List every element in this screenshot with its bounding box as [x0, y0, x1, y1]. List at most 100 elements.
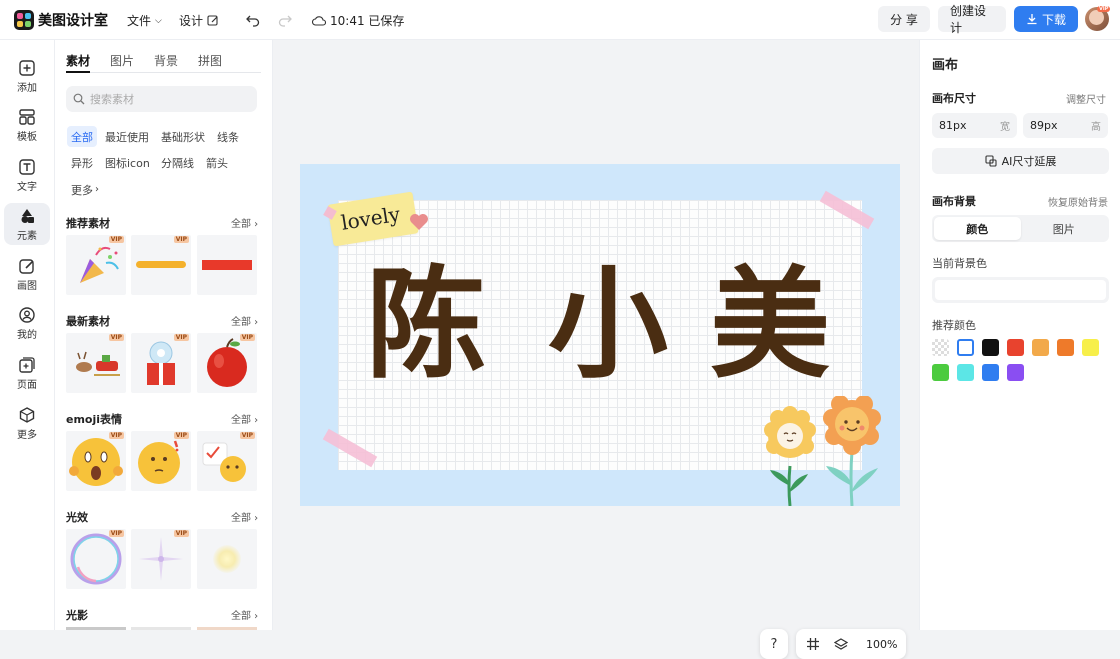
section-all-emoji[interactable]: 全部 › — [231, 411, 258, 426]
thumb-sparkle[interactable]: VIP — [131, 529, 191, 589]
resize-link[interactable]: 调整尺寸 — [1066, 91, 1106, 106]
chip-basic-shapes[interactable]: 基础形状 — [157, 126, 209, 147]
design-menu[interactable]: 设计 — [179, 12, 219, 29]
swatch-red[interactable] — [1007, 339, 1024, 356]
section-all-label: 全部 — [231, 219, 251, 230]
avatar[interactable]: VIP — [1085, 6, 1111, 31]
restore-bg-link[interactable]: 恢复原始背景 — [1048, 194, 1108, 209]
section-all-light-effects[interactable]: 全部 › — [231, 509, 258, 524]
undo-icon[interactable] — [245, 12, 261, 28]
swatch-orange[interactable] — [1057, 339, 1074, 356]
section-all-light-shadow[interactable]: 全部 › — [231, 607, 258, 622]
swatch-white-selected[interactable] — [957, 339, 974, 356]
thumb-red-bar[interactable] — [197, 235, 257, 295]
pen-icon — [19, 258, 34, 274]
party-popper-icon — [80, 246, 119, 283]
chip-more[interactable]: 更多 › — [67, 179, 103, 200]
recommend-colors-label: 推荐颜色 — [932, 319, 976, 332]
section-title-recommended: 推荐素材 — [66, 217, 110, 230]
canvas-size-label: 画布尺寸 — [932, 92, 976, 105]
edit-icon — [207, 14, 218, 26]
section-all-label: 全部 — [231, 513, 251, 524]
grid-icon[interactable] — [806, 637, 820, 651]
canvas-bg-label: 画布背景 — [932, 195, 976, 208]
section-title-light-effects: 光效 — [66, 511, 88, 524]
rail-item-draw[interactable]: 画图 — [4, 253, 50, 295]
layers-icon[interactable] — [834, 637, 848, 651]
vip-badge: VIP — [173, 530, 189, 537]
height-field[interactable]: 89px 高 — [1023, 113, 1108, 138]
template-icon — [19, 108, 35, 125]
flowers-sticker[interactable] — [760, 396, 890, 506]
panel-title: 画布 — [932, 58, 959, 73]
redo-icon[interactable] — [277, 12, 293, 28]
zoom-level[interactable]: 100% — [866, 638, 897, 651]
share-button[interactable]: 分 享 — [878, 6, 930, 32]
create-design-button[interactable]: 创建设计 — [938, 4, 1006, 35]
thumb-reindeer-sleigh[interactable]: VIP — [66, 333, 126, 393]
tab-images[interactable]: 图片 — [110, 52, 134, 72]
chip-dividers[interactable]: 分隔线 — [157, 152, 198, 173]
rail-item-more[interactable]: 更多 — [4, 402, 50, 444]
chip-arrows[interactable]: 箭头 — [202, 152, 232, 173]
swatch-transparent[interactable] — [932, 339, 949, 356]
current-bg-color — [935, 280, 1106, 300]
thumb-bubble[interactable]: VIP — [66, 529, 126, 589]
chip-more-label: 更多 — [71, 183, 93, 197]
rail-item-mine[interactable]: 我的 — [4, 302, 50, 344]
swatch-black[interactable] — [982, 339, 999, 356]
chip-all[interactable]: 全部 — [67, 126, 97, 147]
thumb-snow-globe-gift[interactable]: VIP — [131, 333, 191, 393]
current-bg-swatch[interactable] — [932, 277, 1109, 303]
chip-irregular[interactable]: 异形 — [67, 152, 97, 173]
file-menu[interactable]: 文件 ⌵ — [127, 12, 162, 29]
canvas-area: lovely 陈 小 美 ? 100% — [273, 40, 919, 659]
red-bar-shape — [202, 260, 252, 270]
swatch-purple[interactable] — [1007, 364, 1024, 381]
search-input[interactable] — [90, 92, 240, 106]
app-name: 美图设计室 — [38, 12, 108, 29]
name-char-2[interactable]: 小 — [548, 266, 668, 386]
thumb-glow[interactable] — [197, 529, 257, 589]
name-char-3[interactable]: 美 — [710, 266, 830, 386]
thumb-emoji-shocked[interactable]: VIP — [66, 431, 126, 491]
search-box[interactable] — [66, 86, 257, 112]
heart-icon[interactable] — [409, 213, 429, 231]
rail-item-pages[interactable]: 页面 — [4, 352, 50, 394]
swatch-blue[interactable] — [982, 364, 999, 381]
tab-backgrounds[interactable]: 背景 — [154, 52, 178, 72]
thumb-party-popper[interactable]: VIP — [66, 235, 126, 295]
tab-collage[interactable]: 拼图 — [198, 52, 222, 72]
rail-item-elements[interactable]: 元素 — [4, 203, 50, 245]
section-all-recommended[interactable]: 全部 › — [231, 215, 258, 230]
download-button[interactable]: 下载 — [1014, 6, 1078, 32]
rail-item-label: 画图 — [17, 280, 37, 292]
thumb-emoji-thinking[interactable]: VIP — [131, 431, 191, 491]
swatch-yellow[interactable] — [1082, 339, 1099, 356]
rail-item-add[interactable]: 添加 — [4, 55, 50, 97]
tab-materials[interactable]: 素材 — [66, 52, 91, 73]
name-char-1[interactable]: 陈 — [366, 266, 486, 386]
bg-tab-color[interactable]: 颜色 — [934, 217, 1021, 240]
thumb-brush-stroke[interactable]: VIP — [131, 235, 191, 295]
swatch-light-orange[interactable] — [1032, 339, 1049, 356]
chip-recent[interactable]: 最近使用 — [101, 126, 153, 147]
swatch-green[interactable] — [932, 364, 949, 381]
design-canvas[interactable]: lovely 陈 小 美 — [300, 164, 900, 506]
swatch-cyan[interactable] — [957, 364, 974, 381]
ai-extend-button[interactable]: AI尺寸延展 — [932, 148, 1109, 174]
section-all-latest[interactable]: 全部 › — [231, 313, 258, 328]
app-logo[interactable]: 美图设计室 — [14, 9, 108, 30]
avatar-vip-badge: VIP — [1097, 6, 1111, 12]
thumb-apple[interactable]: VIP — [197, 333, 257, 393]
chip-lines[interactable]: 线条 — [213, 126, 243, 147]
bg-segmented: 颜色 图片 — [932, 215, 1109, 242]
thumb-emoji-checklist[interactable]: VIP — [197, 431, 257, 491]
chip-icons[interactable]: 图标icon — [101, 152, 154, 173]
download-icon — [1027, 14, 1037, 25]
width-field[interactable]: 81px 宽 — [932, 113, 1017, 138]
rail-item-template[interactable]: 模板 — [4, 104, 50, 146]
bg-tab-image[interactable]: 图片 — [1021, 217, 1108, 240]
help-button[interactable]: ? — [760, 629, 788, 659]
rail-item-text[interactable]: 文字 — [4, 154, 50, 196]
